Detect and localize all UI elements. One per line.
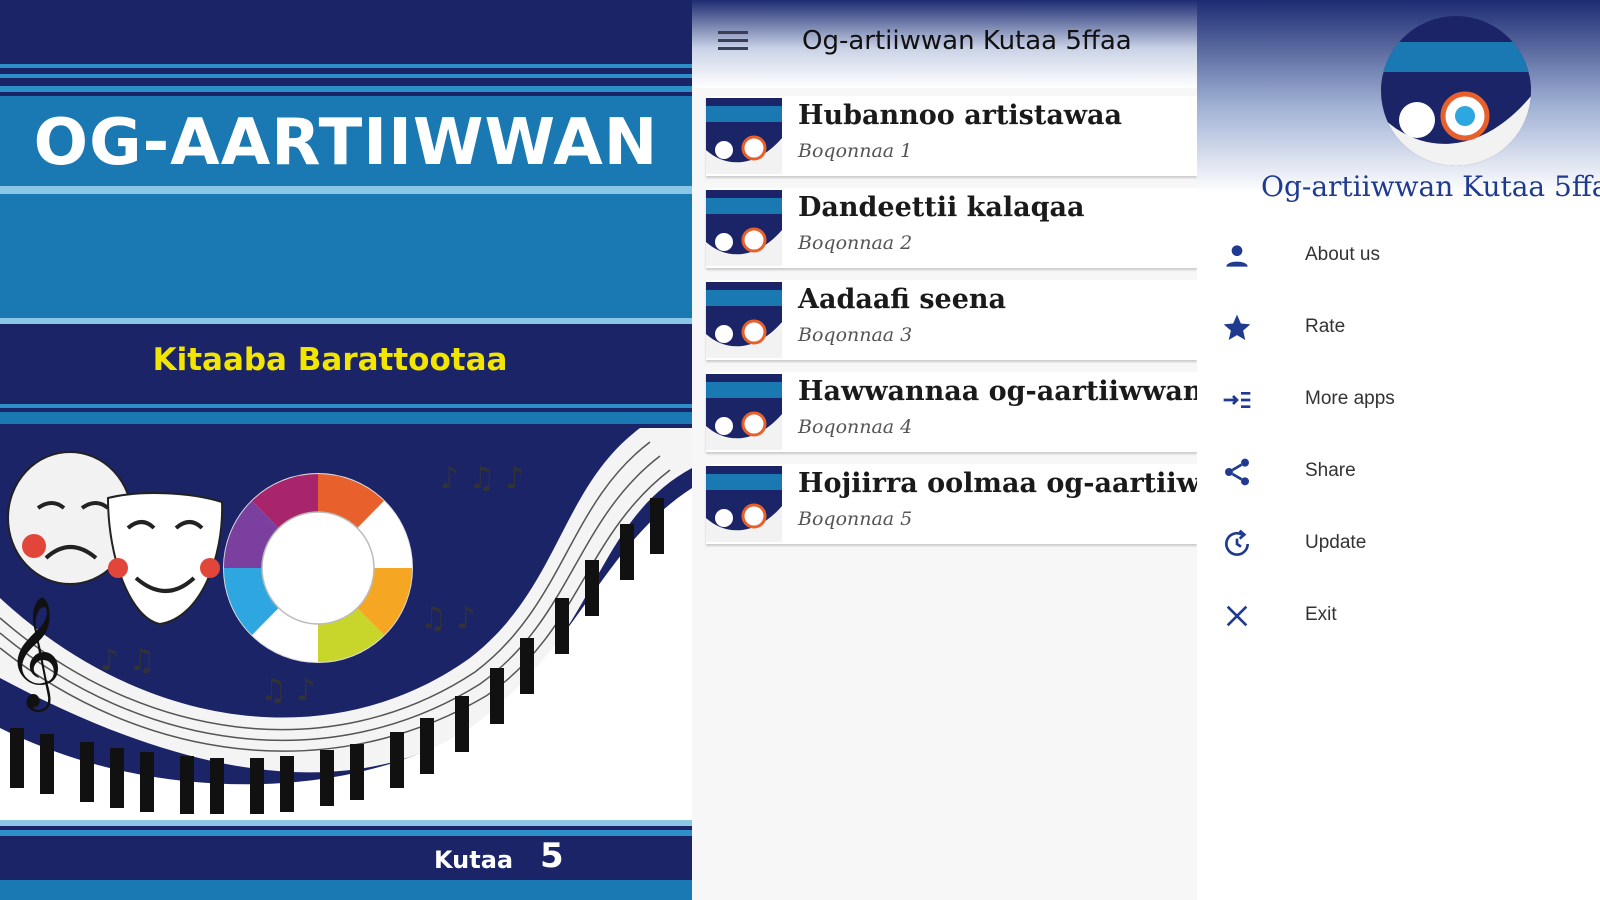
cover-subtitle: Kitaaba Barattootaa xyxy=(152,342,508,378)
lesson-subtitle: Boqonnaa 3 xyxy=(798,324,913,346)
update-icon xyxy=(1225,529,1249,556)
app-logo xyxy=(1381,16,1531,166)
cover-grade-label: Kutaa xyxy=(434,846,514,874)
cover-stripe xyxy=(0,64,692,68)
menu-item-label: Update xyxy=(1305,532,1367,553)
lesson-item-3[interactable]: Aadaafi seena Boqonnaa 3 xyxy=(706,280,1197,360)
lesson-list-screen: Og-artiiwwan Kutaa 5ffaa Hubannoo artist… xyxy=(692,0,1197,900)
svg-text:♪ ♫: ♪ ♫ xyxy=(100,643,156,678)
cover-stripe xyxy=(0,412,692,424)
menu-item-label: Rate xyxy=(1305,316,1346,337)
cover-title: OG-AARTIIWWAN xyxy=(33,106,659,180)
lesson-item-5[interactable]: Hojiirra oolmaa og-aartiiwwanii Boqonnaa… xyxy=(706,464,1197,544)
cover-stripe xyxy=(0,404,692,408)
share-icon xyxy=(1225,458,1249,486)
lesson-thumbnail xyxy=(706,282,782,358)
app-bar: Og-artiiwwan Kutaa 5ffaa xyxy=(692,0,1197,88)
cover-stripe xyxy=(0,74,692,78)
lesson-subtitle: Boqonnaa 2 xyxy=(798,232,913,254)
lesson-title: Hojiirra oolmaa og-aartiiwwanii xyxy=(798,468,1197,499)
lesson-subtitle: Boqonnaa 1 xyxy=(798,140,913,162)
svg-text:𝄞: 𝄞 xyxy=(6,595,63,712)
menu-item-share[interactable]: Share xyxy=(1197,442,1600,502)
menu-item-label: Share xyxy=(1305,460,1356,481)
svg-text:♫ ♪: ♫ ♪ xyxy=(260,673,316,708)
close-icon xyxy=(1226,605,1248,627)
lesson-title: Dandeettii kalaqaa xyxy=(798,192,1085,223)
menu-item-rate[interactable]: Rate xyxy=(1197,298,1600,358)
lesson-subtitle: Boqonnaa 4 xyxy=(798,416,913,438)
svg-text:♪ ♫ ♪: ♪ ♫ ♪ xyxy=(440,461,524,496)
drawer-title: Og-artiiwwan Kutaa 5ffaa xyxy=(1261,170,1600,203)
hamburger-menu-icon[interactable] xyxy=(716,26,750,56)
app-bar-title: Og-artiiwwan Kutaa 5ffaa xyxy=(802,26,1132,56)
lesson-subtitle: Boqonnaa 5 xyxy=(798,508,913,530)
navigation-drawer: Og-artiiwwan Kutaa 5ffaa About us Rate M… xyxy=(1197,0,1600,900)
menu-item-label: More apps xyxy=(1305,388,1395,409)
cover-stripe xyxy=(0,830,692,836)
star-icon xyxy=(1223,314,1251,340)
lesson-item-4[interactable]: Hawwannaa og-aartiiwwanii Boqonnaa 4 xyxy=(706,372,1197,452)
lesson-thumbnail xyxy=(706,190,782,266)
lesson-title: Aadaafi seena xyxy=(798,284,1007,315)
book-cover: OG-AARTIIWWAN Kitaaba Barattootaa 𝄞 ♪ ♫ … xyxy=(0,0,692,900)
lesson-item-2[interactable]: Dandeettii kalaqaa Boqonnaa 2 xyxy=(706,188,1197,268)
cover-stripe xyxy=(0,820,692,826)
lesson-thumbnail xyxy=(706,466,782,542)
menu-item-about-us[interactable]: About us xyxy=(1197,226,1600,286)
lesson-item-1[interactable]: Hubannoo artistawaa Boqonnaa 1 xyxy=(706,96,1197,176)
menu-item-update[interactable]: Update xyxy=(1197,514,1600,574)
svg-text:♫ ♪: ♫ ♪ xyxy=(420,601,476,636)
cover-stripe xyxy=(0,186,692,194)
more-apps-icon xyxy=(1223,392,1251,408)
lesson-title: Hubannoo artistawaa xyxy=(798,100,1123,131)
cover-grade-band xyxy=(0,840,692,876)
person-icon xyxy=(1226,245,1248,267)
menu-item-label: Exit xyxy=(1305,604,1337,625)
lesson-thumbnail xyxy=(706,98,782,174)
menu-item-exit[interactable]: Exit xyxy=(1197,586,1600,646)
menu-item-label: About us xyxy=(1305,244,1380,265)
cover-stripe xyxy=(0,880,692,900)
cover-artwork: 𝄞 ♪ ♫ ♫ ♪ ♪ ♫ ♪ ♫ ♪ xyxy=(0,428,692,820)
lesson-title: Hawwannaa og-aartiiwwanii xyxy=(798,376,1197,407)
cover-grade-number: 5 xyxy=(540,836,564,876)
lesson-thumbnail xyxy=(706,374,782,450)
menu-item-more-apps[interactable]: More apps xyxy=(1197,370,1600,430)
cover-stripe xyxy=(0,86,692,92)
cover-stripe xyxy=(0,318,692,324)
